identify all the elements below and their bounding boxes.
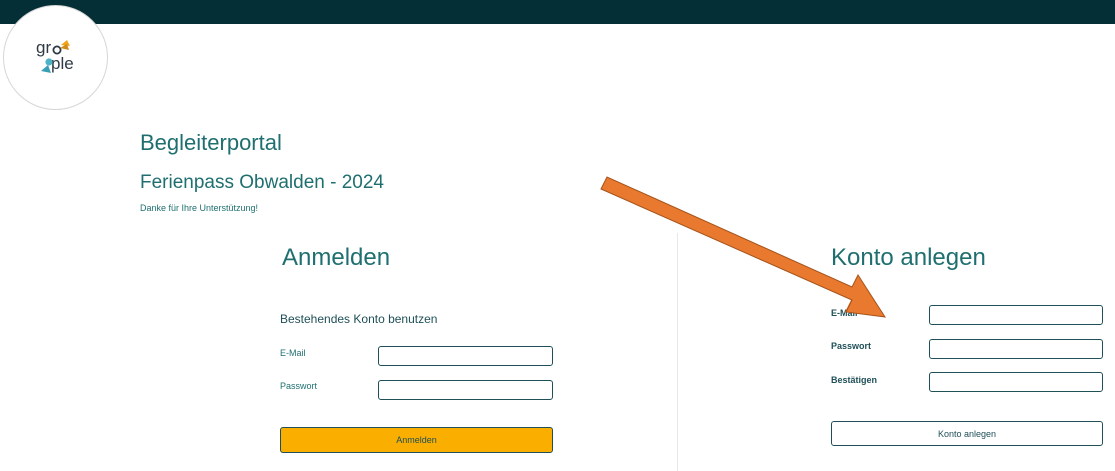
- login-heading: Anmelden: [282, 244, 391, 271]
- register-confirm-input[interactable]: [930, 374, 1102, 393]
- login-password-field[interactable]: [378, 380, 553, 401]
- thanks-text: Danke für Ihre Unterstützung!: [140, 203, 259, 213]
- register-password-input[interactable]: [930, 341, 1102, 360]
- groople-logo[interactable]: gr ple: [3, 5, 108, 110]
- login-email-field[interactable]: [378, 346, 553, 367]
- register-password-field[interactable]: [929, 339, 1103, 360]
- register-heading: Konto anlegen: [831, 244, 986, 271]
- register-confirm-field[interactable]: [929, 372, 1103, 393]
- login-button[interactable]: Anmelden: [280, 427, 553, 453]
- portal-title: Begleiterportal: [140, 130, 282, 155]
- login-email-label: E-Mail: [280, 348, 306, 358]
- register-email-input[interactable]: [930, 307, 1102, 326]
- register-button[interactable]: Konto anlegen: [831, 421, 1103, 446]
- login-password-input[interactable]: [379, 382, 552, 401]
- register-email-field[interactable]: [929, 305, 1103, 326]
- annotation-arrow-icon: [600, 176, 887, 318]
- register-confirm-label: Bestätigen: [831, 375, 878, 385]
- groople-logo-icon: [41, 40, 70, 73]
- register-email-label: E-Mail: [831, 308, 858, 318]
- login-password-label: Passwort: [280, 381, 318, 391]
- column-divider: [677, 233, 678, 471]
- login-email-input[interactable]: [379, 348, 552, 367]
- event-title: Ferienpass Obwalden - 2024: [140, 172, 384, 193]
- top-bar: [0, 0, 1115, 24]
- register-password-label: Passwort: [831, 341, 872, 351]
- login-subheading: Bestehendes Konto benutzen: [280, 312, 438, 326]
